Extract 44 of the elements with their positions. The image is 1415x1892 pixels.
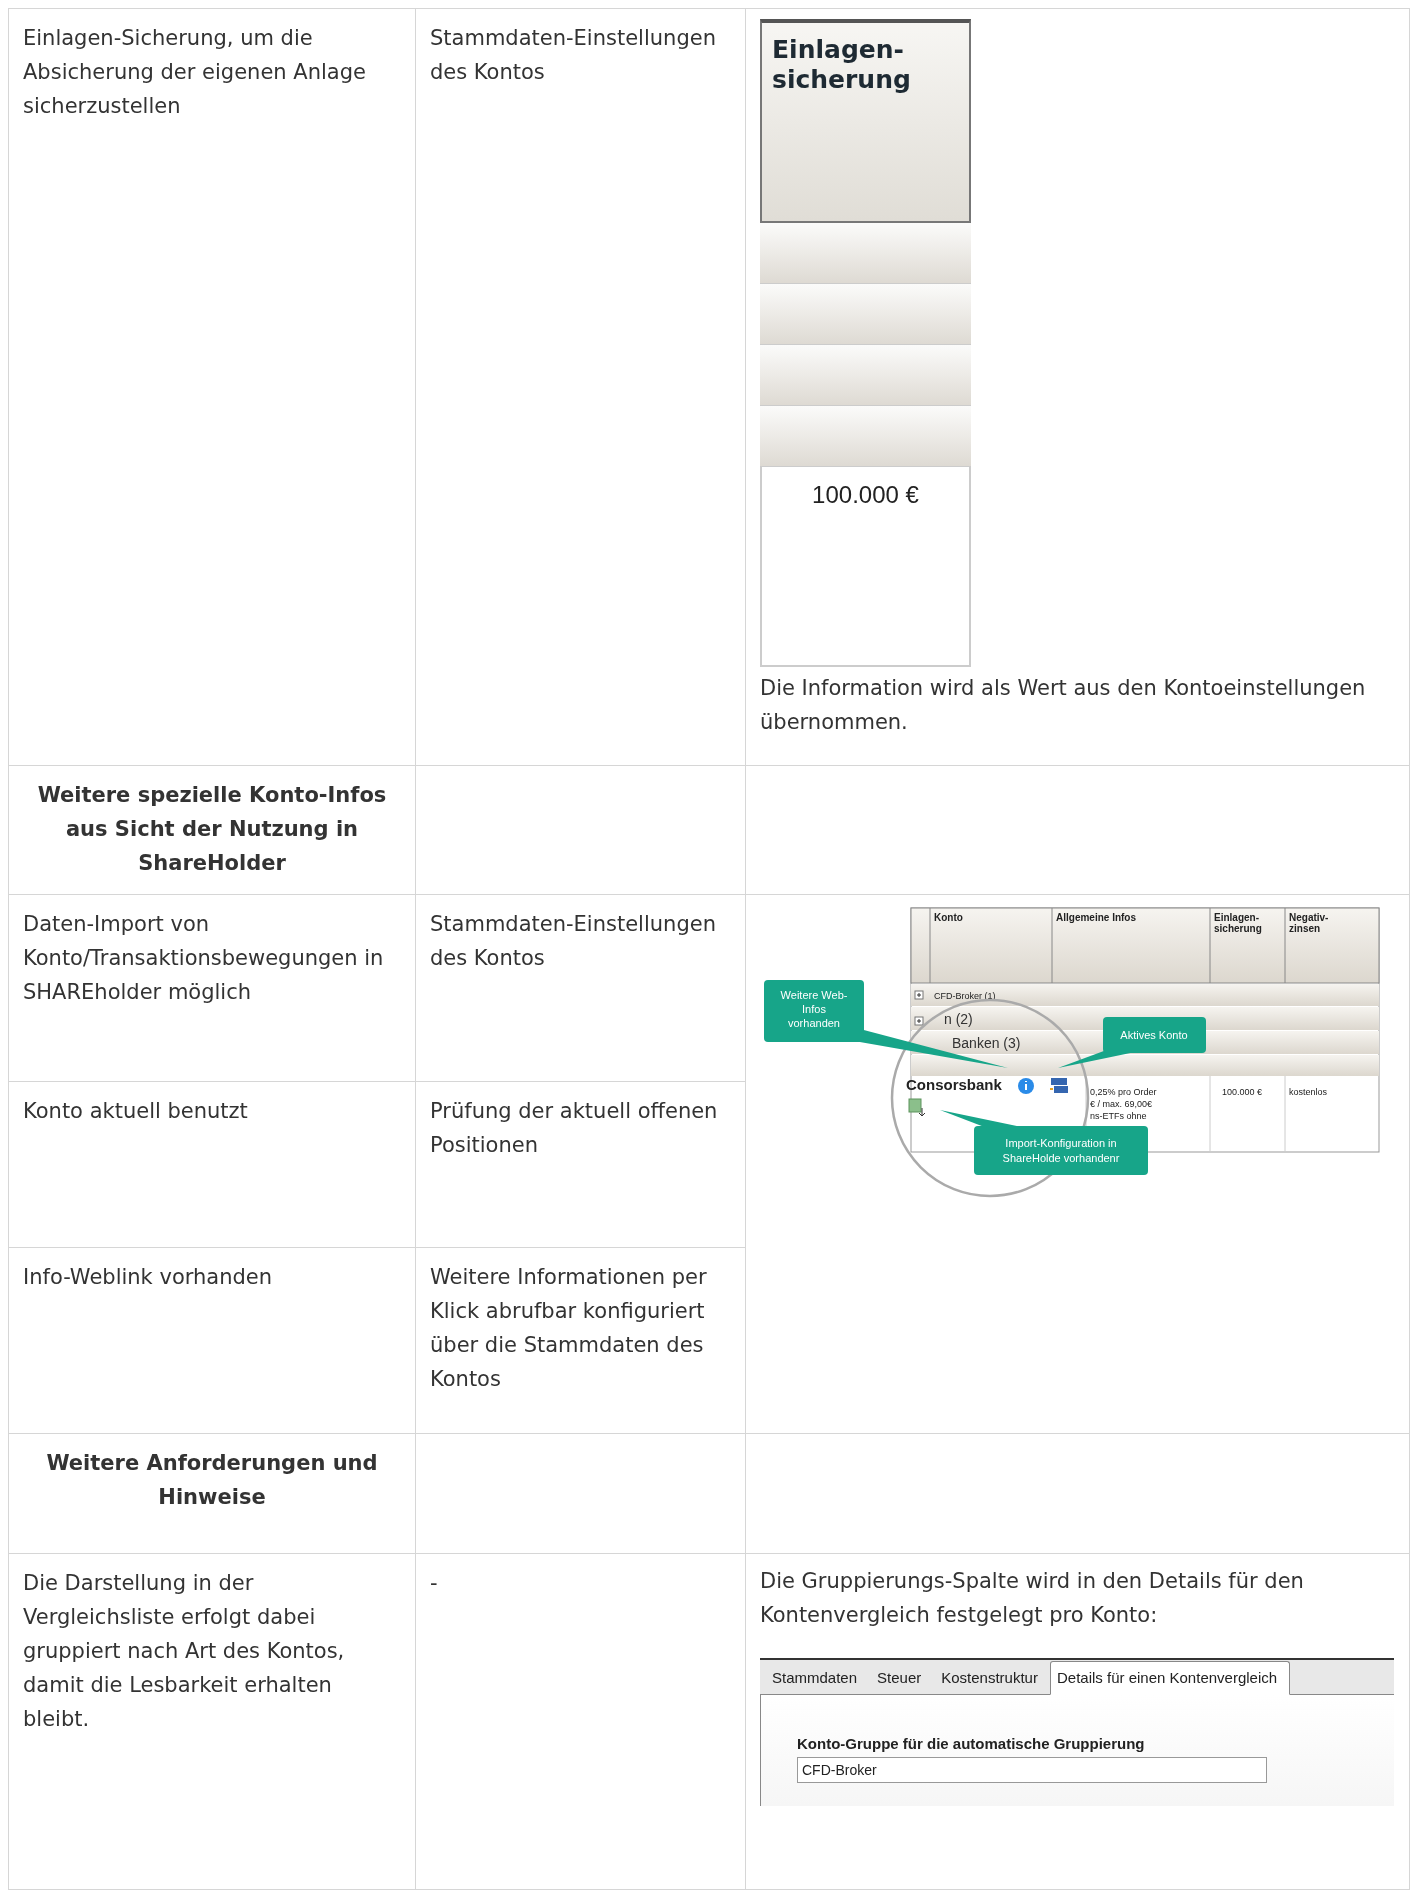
section-heading: Weitere spezielle Konto-Infos aus Sicht der Nutzung in ShareHolder	[37, 783, 387, 875]
expand-icon[interactable]	[914, 990, 924, 1000]
column-header: Allgemeine Infos	[1056, 912, 1136, 923]
tab[interactable]: Steuer	[869, 1662, 930, 1694]
column-header: Einlagen-	[1214, 912, 1259, 923]
table-cell: Stammdaten-Einstellungen des Kontos	[430, 912, 716, 970]
table-cell: Konto aktuell benutzt	[23, 1099, 248, 1123]
column-header: Einlagen-sicherung	[772, 35, 912, 95]
table-cell: Daten-Import von Konto/Transaktionsbewegungen in SHAREholder möglich	[23, 912, 384, 1004]
interest-value: kostenlos	[1289, 1087, 1328, 1097]
input-field[interactable]: CFD-Broker	[797, 1757, 1267, 1783]
table-cell: Prüfung der aktuell offenen Positionen	[430, 1099, 718, 1157]
deposit-value: 100.000 €	[1222, 1087, 1263, 1097]
paragraph: Die Gruppierungs-Spalte wird in den Details für den Kontenvergleich festgelegt pro Konto:	[760, 1568, 1305, 1629]
table-cell: Die Darstellung in der Vergleichsliste erfolgt dabei gruppiert nach Art des Kontos, damit die Lesbarkeit erhalten bleibt.	[23, 1571, 345, 1731]
table-cell: Einlagen-Sicherung, um die Absicherung der eigenen Anlage sicherzustellen	[23, 26, 366, 118]
column-header: sicherung	[1214, 923, 1262, 934]
tab[interactable]: Kostenstruktur	[933, 1662, 1046, 1694]
callout-text: Aktives Konto	[1120, 1029, 1188, 1041]
info-text: ns-ETFs ohne	[1090, 1111, 1147, 1121]
account-name[interactable]: Consorsbank	[906, 1076, 1002, 1093]
info-text: € / max. 69,00€	[1090, 1099, 1153, 1109]
column-header: Konto	[934, 912, 963, 923]
csv-import-icon[interactable]	[908, 1098, 926, 1117]
tab[interactable]: Details für einen Kontenvergleich	[1049, 1661, 1291, 1695]
info-text: 0,25% pro Order	[1090, 1087, 1157, 1097]
group-row[interactable]: Banken (3)	[952, 1035, 1021, 1051]
callout-text: Import-Konfiguration in ShareHolde vorhandenr	[1002, 1137, 1120, 1164]
expand-icon[interactable]	[914, 1016, 924, 1026]
tab[interactable]: Stammdaten	[764, 1662, 866, 1694]
field-label: Konto-Gruppe für die automatische Gruppierung	[797, 1735, 1146, 1753]
group-row[interactable]: n (2)	[944, 1011, 973, 1027]
deposit-value: 100.000 €	[812, 481, 919, 508]
table-cell: -	[430, 1571, 438, 1595]
info-icon[interactable]	[1018, 1078, 1034, 1094]
section-heading: Weitere Anforderungen und Hinweise	[46, 1451, 378, 1509]
caption: Die Information wird als Wert aus den Kontoeinstellungen übernommen.	[760, 675, 1367, 736]
callout-text: Weitere Web- Infos vorhanden	[780, 989, 848, 1029]
table-cell: Weitere Informationen per Klick abrufbar konfiguriert über die Stammdaten des Kontos	[430, 1265, 707, 1391]
table-cell: Stammdaten-Einstellungen des Kontos	[430, 26, 716, 84]
table-cell: Info-Weblink vorhanden	[23, 1265, 273, 1289]
column-header: zinsen	[1289, 923, 1321, 934]
cards-icon[interactable]	[1049, 1078, 1068, 1093]
column-header: Negativ-	[1289, 912, 1329, 923]
